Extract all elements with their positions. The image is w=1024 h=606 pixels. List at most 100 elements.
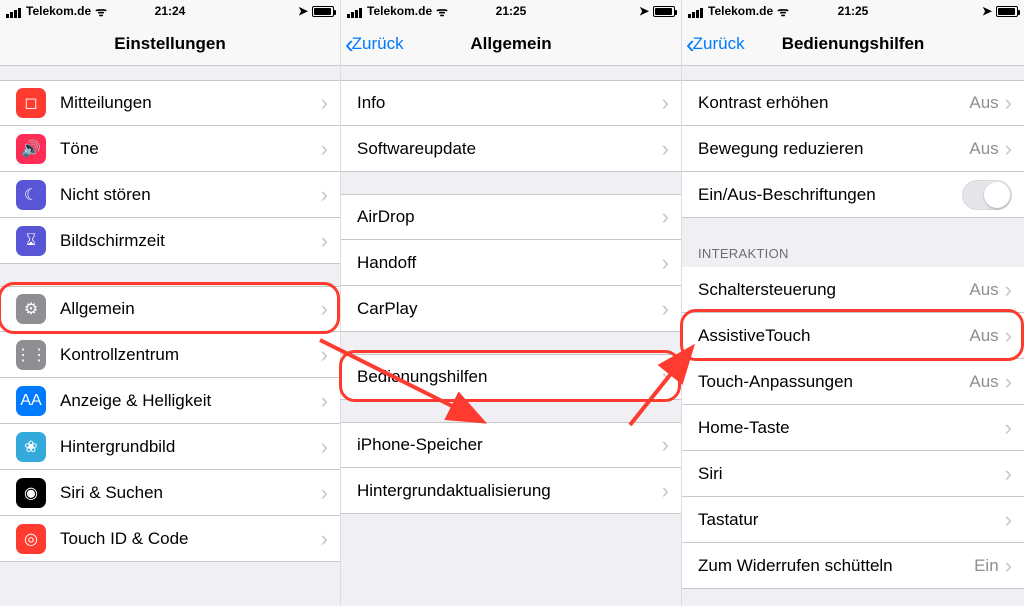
back-button[interactable]: ‹Zurück xyxy=(345,22,404,65)
chevron-right-icon: › xyxy=(321,344,328,366)
row-background-refresh[interactable]: Hintergrundaktualisierung› xyxy=(341,468,681,514)
chevron-right-icon: › xyxy=(321,390,328,412)
chevron-right-icon: › xyxy=(662,92,669,114)
page-title: Bedienungshilfen xyxy=(782,34,925,54)
signal-icon xyxy=(6,4,22,18)
signal-icon xyxy=(347,4,363,18)
row-label: Tastatur xyxy=(698,510,1005,530)
chevron-right-icon: › xyxy=(321,138,328,160)
chevron-right-icon: › xyxy=(321,298,328,320)
siri-icon: ◉ xyxy=(16,478,46,508)
row-accessibility[interactable]: Bedienungshilfen› xyxy=(341,354,681,400)
row-about[interactable]: Info› xyxy=(341,80,681,126)
group-header: INTERAKTION xyxy=(682,240,1024,267)
settings-group: AirDrop›Handoff›CarPlay› xyxy=(341,194,681,332)
row-software-update[interactable]: Softwareupdate› xyxy=(341,126,681,172)
row-label: Anzeige & Helligkeit xyxy=(60,391,321,411)
chevron-right-icon: › xyxy=(662,366,669,388)
row-handoff[interactable]: Handoff› xyxy=(341,240,681,286)
back-label: Zurück xyxy=(693,34,745,54)
settings-group: Info›Softwareupdate› xyxy=(341,80,681,172)
status-bar: Telekom.deᯤ21:25➤ xyxy=(682,0,1024,22)
settings-group: iPhone-Speicher›Hintergrundaktualisierun… xyxy=(341,422,681,514)
row-siri-accessibility[interactable]: Siri› xyxy=(682,451,1024,497)
screen-0: Telekom.deᯤ21:24➤Einstellungen◻︎Mitteilu… xyxy=(0,0,341,606)
chevron-right-icon: › xyxy=(321,528,328,550)
chevron-right-icon: › xyxy=(1005,92,1012,114)
row-shake-to-undo[interactable]: Zum Widerrufen schüttelnEin› xyxy=(682,543,1024,589)
chevron-right-icon: › xyxy=(1005,138,1012,160)
row-label: Handoff xyxy=(357,253,662,273)
row-detail: Aus xyxy=(969,372,998,392)
row-touch-id[interactable]: ◎ Touch ID & Code› xyxy=(0,516,340,562)
on-off-labels-switch[interactable] xyxy=(962,180,1012,210)
row-sounds[interactable]: 🔊 Töne› xyxy=(0,126,340,172)
row-do-not-disturb[interactable]: ☾Nicht stören› xyxy=(0,172,340,218)
row-detail: Aus xyxy=(969,93,998,113)
carrier-label: Telekom.de xyxy=(367,4,432,18)
nav-bar: Einstellungen xyxy=(0,22,340,66)
row-label: Kontrollzentrum xyxy=(60,345,321,365)
notifications-icon: ◻︎ xyxy=(16,88,46,118)
row-label: Touch ID & Code xyxy=(60,529,321,549)
row-label: Schaltersteuerung xyxy=(698,280,969,300)
row-label: Bedienungshilfen xyxy=(357,367,662,387)
row-label: Allgemein xyxy=(60,299,321,319)
settings-group: ⚙︎Allgemein›⋮⋮Kontrollzentrum›AAAnzeige … xyxy=(0,286,340,562)
row-detail: Aus xyxy=(969,280,998,300)
row-touch-accommodations[interactable]: Touch-AnpassungenAus › xyxy=(682,359,1024,405)
chevron-right-icon: › xyxy=(321,92,328,114)
row-screen-time[interactable]: ⌛︎Bildschirmzeit› xyxy=(0,218,340,264)
row-carplay[interactable]: CarPlay› xyxy=(341,286,681,332)
row-reduce-motion[interactable]: Bewegung reduzierenAus › xyxy=(682,126,1024,172)
carrier-label: Telekom.de xyxy=(708,4,773,18)
chevron-right-icon: › xyxy=(1005,371,1012,393)
control-center-icon: ⋮⋮ xyxy=(16,340,46,370)
location-icon: ➤ xyxy=(982,4,992,18)
battery-icon xyxy=(653,6,675,17)
row-label: Bewegung reduzieren xyxy=(698,139,969,159)
chevron-right-icon: › xyxy=(321,482,328,504)
row-switch-control[interactable]: SchaltersteuerungAus› xyxy=(682,267,1024,313)
row-control-center[interactable]: ⋮⋮ Kontrollzentrum› xyxy=(0,332,340,378)
page-title: Allgemein xyxy=(470,34,551,54)
row-label: Touch-Anpassungen xyxy=(698,372,969,392)
row-home-button[interactable]: Home-Taste› xyxy=(682,405,1024,451)
settings-group: Bedienungshilfen› xyxy=(341,354,681,400)
row-label: Töne xyxy=(60,139,321,159)
clock: 21:25 xyxy=(838,4,869,18)
row-label: CarPlay xyxy=(357,299,662,319)
row-label: iPhone-Speicher xyxy=(357,435,662,455)
back-button[interactable]: ‹Zurück xyxy=(686,22,745,65)
row-wallpaper[interactable]: ❀Hintergrundbild› xyxy=(0,424,340,470)
general-icon: ⚙︎ xyxy=(16,294,46,324)
screen-2: Telekom.deᯤ21:25➤‹ZurückBedienungshilfen… xyxy=(682,0,1024,606)
touch-id-icon: ◎ xyxy=(16,524,46,554)
row-on-off-labels[interactable]: Ein/Aus-Beschriftungen xyxy=(682,172,1024,218)
row-label: Kontrast erhöhen xyxy=(698,93,969,113)
row-label: Home-Taste xyxy=(698,418,1005,438)
row-display[interactable]: AAAnzeige & Helligkeit› xyxy=(0,378,340,424)
settings-group: INTERAKTIONSchaltersteuerungAus›Assistiv… xyxy=(682,240,1024,589)
wallpaper-icon: ❀ xyxy=(16,432,46,462)
row-airdrop[interactable]: AirDrop› xyxy=(341,194,681,240)
row-label: Hintergrundaktualisierung xyxy=(357,481,662,501)
row-label: Info xyxy=(357,93,662,113)
battery-icon xyxy=(312,6,334,17)
row-siri[interactable]: ◉Siri & Suchen› xyxy=(0,470,340,516)
chevron-right-icon: › xyxy=(662,298,669,320)
row-assistive-touch[interactable]: AssistiveTouchAus› xyxy=(682,313,1024,359)
switch-knob xyxy=(984,182,1010,208)
row-general[interactable]: ⚙︎ Allgemein› xyxy=(0,286,340,332)
location-icon: ➤ xyxy=(298,4,308,18)
chevron-right-icon: › xyxy=(662,480,669,502)
signal-icon xyxy=(688,4,704,18)
sounds-icon: 🔊 xyxy=(16,134,46,164)
row-keyboard[interactable]: Tastatur› xyxy=(682,497,1024,543)
row-notifications[interactable]: ◻︎Mitteilungen› xyxy=(0,80,340,126)
row-iphone-storage[interactable]: iPhone-Speicher› xyxy=(341,422,681,468)
row-increase-contrast[interactable]: Kontrast erhöhenAus › xyxy=(682,80,1024,126)
location-icon: ➤ xyxy=(639,4,649,18)
row-detail: Aus xyxy=(969,139,998,159)
row-detail: Ein xyxy=(974,556,999,576)
